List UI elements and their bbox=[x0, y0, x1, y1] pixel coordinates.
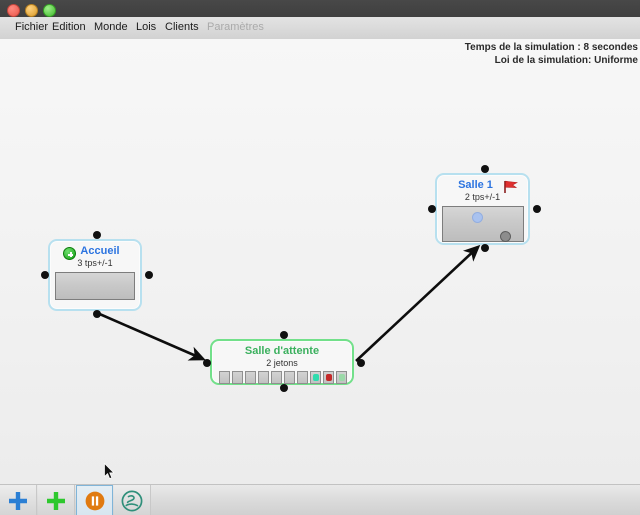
token-fill bbox=[326, 374, 332, 381]
token-cell bbox=[271, 371, 282, 384]
waiting-token-row bbox=[219, 371, 347, 384]
edge-accueil-to-salle-attente bbox=[95, 312, 203, 359]
add-node-button[interactable] bbox=[0, 485, 37, 515]
node-accueil-handle-left[interactable] bbox=[41, 271, 49, 279]
node-accueil-room-area bbox=[55, 272, 135, 300]
node-accueil-handle-bottom[interactable] bbox=[93, 310, 101, 318]
add-queue-button[interactable] bbox=[38, 485, 75, 515]
blue-plus-icon bbox=[7, 490, 29, 512]
token-cell bbox=[232, 371, 243, 384]
menu-item-clients[interactable]: Clients bbox=[160, 20, 204, 34]
node-salle-attente-title: Salle d'attente bbox=[212, 345, 352, 358]
token-cell bbox=[336, 371, 347, 384]
node-salle-1-handle-top[interactable] bbox=[481, 165, 489, 173]
title-bar bbox=[0, 0, 640, 18]
client-swirl-icon bbox=[120, 489, 144, 513]
node-salle-attente-handle-bottom[interactable] bbox=[280, 384, 288, 392]
menu-item-monde[interactable]: Monde bbox=[89, 20, 133, 34]
client-dot-blue bbox=[472, 212, 483, 223]
menu-item-edition[interactable]: Edition bbox=[47, 20, 91, 34]
node-accueil-subtitle: 3 tps+/-1 bbox=[50, 258, 140, 269]
token-fill bbox=[339, 374, 345, 381]
simulation-canvas[interactable]: Temps de la simulation : 8 secondes Loi … bbox=[0, 39, 640, 484]
red-flag-icon bbox=[503, 180, 519, 194]
node-accueil-handle-top[interactable] bbox=[93, 231, 101, 239]
node-accueil[interactable]: Accueil 3 tps+/-1 bbox=[48, 239, 142, 311]
minimize-window-button[interactable] bbox=[25, 4, 38, 17]
node-salle-attente-subtitle: 2 jetons bbox=[212, 358, 352, 369]
menu-bar: Fichier Edition Monde Lois Clients Param… bbox=[0, 17, 640, 40]
close-window-button[interactable] bbox=[7, 4, 20, 17]
node-salle-attente[interactable]: Salle d'attente 2 jetons bbox=[210, 339, 354, 385]
token-fill bbox=[313, 374, 319, 381]
source-plus-icon bbox=[63, 247, 76, 260]
green-plus-icon bbox=[45, 490, 67, 512]
mouse-cursor bbox=[104, 463, 116, 481]
node-salle-attente-handle-top[interactable] bbox=[280, 331, 288, 339]
node-salle-1-handle-left[interactable] bbox=[428, 205, 436, 213]
token-cell bbox=[323, 371, 334, 384]
menu-item-lois[interactable]: Lois bbox=[131, 20, 161, 34]
token-cell bbox=[219, 371, 230, 384]
application-window: Fichier Edition Monde Lois Clients Param… bbox=[0, 0, 640, 515]
clients-button[interactable] bbox=[114, 485, 151, 515]
token-cell bbox=[258, 371, 269, 384]
token-cell bbox=[284, 371, 295, 384]
node-salle-1-room-area bbox=[442, 206, 524, 242]
client-dot-grey bbox=[500, 231, 511, 242]
node-salle-attente-handle-right[interactable] bbox=[357, 359, 365, 367]
node-accueil-handle-right[interactable] bbox=[145, 271, 153, 279]
pause-simulation-button[interactable] bbox=[76, 485, 113, 515]
node-salle-1-handle-right[interactable] bbox=[533, 205, 541, 213]
token-cell bbox=[297, 371, 308, 384]
node-salle-attente-handle-left[interactable] bbox=[203, 359, 211, 367]
node-salle-1-handle-bottom[interactable] bbox=[481, 244, 489, 252]
token-cell bbox=[310, 371, 321, 384]
token-cell bbox=[245, 371, 256, 384]
bottom-toolbar bbox=[0, 484, 640, 515]
menu-item-parametres: Paramètres bbox=[202, 20, 269, 34]
maximize-window-button[interactable] bbox=[43, 4, 56, 17]
simulation-status: Temps de la simulation : 8 secondes Loi … bbox=[465, 41, 638, 67]
simulation-time-label: Temps de la simulation : 8 secondes bbox=[465, 41, 638, 54]
simulation-law-label: Loi de la simulation: Uniforme bbox=[465, 54, 638, 67]
pause-circle-icon bbox=[84, 490, 106, 512]
edge-salle-attente-to-salle1 bbox=[356, 247, 478, 361]
node-salle-1[interactable]: Salle 1 2 tps+/-1 bbox=[435, 173, 530, 245]
